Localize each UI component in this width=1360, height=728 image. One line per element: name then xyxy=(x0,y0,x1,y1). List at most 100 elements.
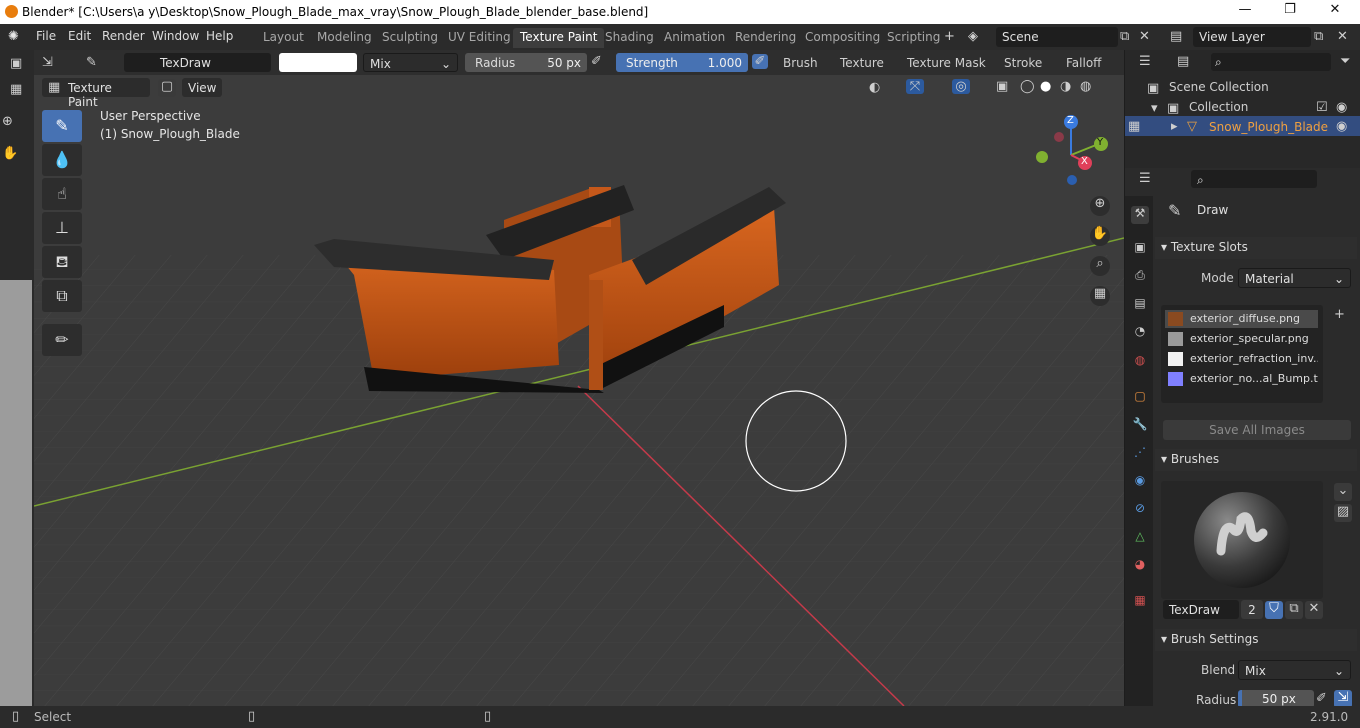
blender-menu-icon[interactable]: ✺ xyxy=(8,29,19,44)
modifier-tab-icon[interactable]: 🔧 xyxy=(1131,417,1149,435)
tab-layout[interactable]: Layout xyxy=(256,28,311,48)
annotate-tool-button[interactable]: ✏ xyxy=(42,324,82,356)
brush-blend-dropdown[interactable]: Mix ⌄ xyxy=(1238,660,1351,680)
delete-scene-icon[interactable]: ✕ xyxy=(1139,29,1150,44)
color-swatch[interactable] xyxy=(279,53,357,72)
brush-menu[interactable]: Brush xyxy=(783,56,818,70)
mask-toggle-icon[interactable]: ▢ xyxy=(158,79,176,97)
editor-type-icon[interactable]: ▣ xyxy=(10,56,22,71)
smear-tool-button[interactable]: ☝ xyxy=(42,178,82,210)
material-shading-icon[interactable]: ◑ xyxy=(1060,79,1071,94)
tab-rendering[interactable]: Rendering xyxy=(728,28,803,48)
slot-mode-dropdown[interactable]: Material ⌄ xyxy=(1238,268,1351,288)
list-item[interactable]: exterior_refraction_inv... xyxy=(1165,350,1318,368)
brush-name-field[interactable]: TexDraw xyxy=(124,53,271,72)
view-menu[interactable]: View xyxy=(182,78,222,97)
new-scene-icon[interactable]: ⧉ xyxy=(1120,29,1129,44)
overlay-toggle-icon[interactable]: ◎ xyxy=(952,79,970,94)
pressure-icon[interactable]: ✐ xyxy=(1316,691,1327,706)
delete-view-layer-icon[interactable]: ✕ xyxy=(1337,29,1348,44)
brushes-header[interactable]: ▾ Brushes xyxy=(1155,449,1357,471)
texture-mask-menu[interactable]: Texture Mask xyxy=(907,56,986,70)
world-tab-icon[interactable]: ◍ xyxy=(1131,353,1149,371)
solid-shading-icon[interactable]: ● xyxy=(1040,79,1051,94)
checker-icon[interactable]: ▦ xyxy=(10,82,22,97)
grid-view-icon[interactable]: ▦ xyxy=(1090,286,1110,306)
expand-icon[interactable]: ▾ xyxy=(1151,101,1158,116)
paint-mode-icon[interactable]: ▦ xyxy=(1128,119,1140,134)
object-label[interactable]: Snow_Plough_Blade xyxy=(1209,120,1328,134)
zoom-icon[interactable]: ⊕ xyxy=(1090,196,1110,216)
eye-icon[interactable]: ◉ xyxy=(1336,100,1347,115)
draw-tool-button[interactable]: ✎ xyxy=(42,110,82,142)
scene-tab-icon[interactable]: ◔ xyxy=(1131,324,1149,342)
visibility-icon[interactable]: ◐ xyxy=(869,80,880,95)
exclude-checkbox[interactable]: ☑ xyxy=(1316,100,1328,115)
tab-scripting[interactable]: Scripting xyxy=(880,28,947,48)
pan-hand-icon[interactable]: ✋ xyxy=(1090,226,1110,246)
tab-modeling[interactable]: Modeling xyxy=(310,28,379,48)
chevron-down-icon[interactable]: ⌄ xyxy=(1334,483,1352,501)
outliner-editor-icon[interactable]: ☰ xyxy=(1139,54,1151,69)
mask-tool-button[interactable]: ⧉ xyxy=(42,280,82,312)
brush-tool-icon[interactable]: ✎ xyxy=(86,55,97,70)
list-item[interactable]: exterior_no...al_Bump.tga xyxy=(1165,370,1318,388)
tab-sculpting[interactable]: Sculpting xyxy=(375,28,445,48)
radius-slider[interactable]: Radius 50 px xyxy=(465,53,587,72)
tab-texture-paint[interactable]: Texture Paint xyxy=(513,28,605,48)
collection-label[interactable]: Collection xyxy=(1189,100,1248,114)
list-item[interactable]: exterior_specular.png xyxy=(1165,330,1318,348)
camera-icon[interactable]: ⌕ xyxy=(1090,256,1110,276)
falloff-menu[interactable]: Falloff xyxy=(1066,56,1101,70)
texture-menu[interactable]: Texture xyxy=(840,56,884,70)
view-layer-tab-icon[interactable]: ▤ xyxy=(1131,296,1149,314)
zoom-icon[interactable]: ⊕ xyxy=(2,114,13,129)
brush-datablock-name[interactable]: TexDraw xyxy=(1163,600,1239,619)
pressure-radius-icon[interactable]: ✐ xyxy=(591,54,602,69)
brush-settings-header[interactable]: ▾ Brush Settings xyxy=(1155,629,1357,651)
tool-settings-icon[interactable]: ⇲ xyxy=(42,55,53,70)
menu-file[interactable]: File xyxy=(36,29,56,43)
properties-search-input[interactable]: ⌕ xyxy=(1191,170,1317,188)
view-layer-icon[interactable]: ▤ xyxy=(1170,29,1182,44)
rendered-shading-icon[interactable]: ◍ xyxy=(1080,79,1091,94)
duplicate-icon[interactable]: ⧉ xyxy=(1285,601,1303,619)
texture-tab-icon[interactable]: ▦ xyxy=(1131,593,1149,611)
maximize-button[interactable]: ❐ xyxy=(1270,2,1310,22)
image-icon[interactable]: ▨ xyxy=(1334,504,1352,522)
fill-tool-button[interactable]: ⛾ xyxy=(42,246,82,278)
strength-slider[interactable]: Strength 1.000 xyxy=(616,53,748,72)
eye-icon[interactable]: ◉ xyxy=(1336,119,1347,134)
brush-users-count[interactable]: 2 xyxy=(1241,600,1263,619)
minimize-button[interactable]: — xyxy=(1225,2,1265,22)
particles-tab-icon[interactable]: ⋰ xyxy=(1131,445,1149,463)
tool-tab-icon[interactable]: ⚒ xyxy=(1131,206,1149,224)
outliner-search-input[interactable]: ⌕ xyxy=(1211,53,1331,71)
material-tab-icon[interactable]: ◕ xyxy=(1131,557,1149,575)
menu-edit[interactable]: Edit xyxy=(68,29,91,43)
menu-render[interactable]: Render xyxy=(102,29,145,43)
view-layer-field[interactable]: View Layer xyxy=(1193,27,1311,47)
constraints-tab-icon[interactable]: ⊘ xyxy=(1131,501,1149,519)
pressure-strength-icon[interactable]: ✐ xyxy=(752,54,768,69)
display-mode-icon[interactable]: ▤ xyxy=(1177,54,1189,69)
filter-icon[interactable]: ⏷ xyxy=(1340,54,1350,69)
unlink-close-icon[interactable]: ✕ xyxy=(1305,601,1323,619)
menu-window[interactable]: Window xyxy=(152,29,199,43)
list-item[interactable]: exterior_diffuse.png xyxy=(1165,310,1318,328)
data-tab-icon[interactable]: △ xyxy=(1131,529,1149,547)
add-workspace-icon[interactable]: + xyxy=(944,29,955,44)
new-view-layer-icon[interactable]: ⧉ xyxy=(1314,29,1323,44)
render-tab-icon[interactable]: ▣ xyxy=(1131,240,1149,258)
properties-editor-icon[interactable]: ☰ xyxy=(1139,171,1151,186)
scene-field[interactable]: Scene xyxy=(996,27,1118,47)
tab-compositing[interactable]: Compositing xyxy=(798,28,887,48)
3d-viewport[interactable]: Z Y X ⊕ ✋ ⌕ ▦ User Perspective (1) Snow_… xyxy=(34,75,1124,706)
tab-uv-editing[interactable]: UV Editing xyxy=(441,28,518,48)
tab-shading[interactable]: Shading xyxy=(598,28,661,48)
object-tab-icon[interactable]: ▢ xyxy=(1131,389,1149,407)
save-all-images-button[interactable]: Save All Images xyxy=(1163,420,1351,440)
scene-collection-label[interactable]: Scene Collection xyxy=(1169,80,1269,94)
blend-dropdown[interactable]: Mix ⌄ xyxy=(363,53,458,72)
output-tab-icon[interactable]: ⎙ xyxy=(1131,268,1149,286)
